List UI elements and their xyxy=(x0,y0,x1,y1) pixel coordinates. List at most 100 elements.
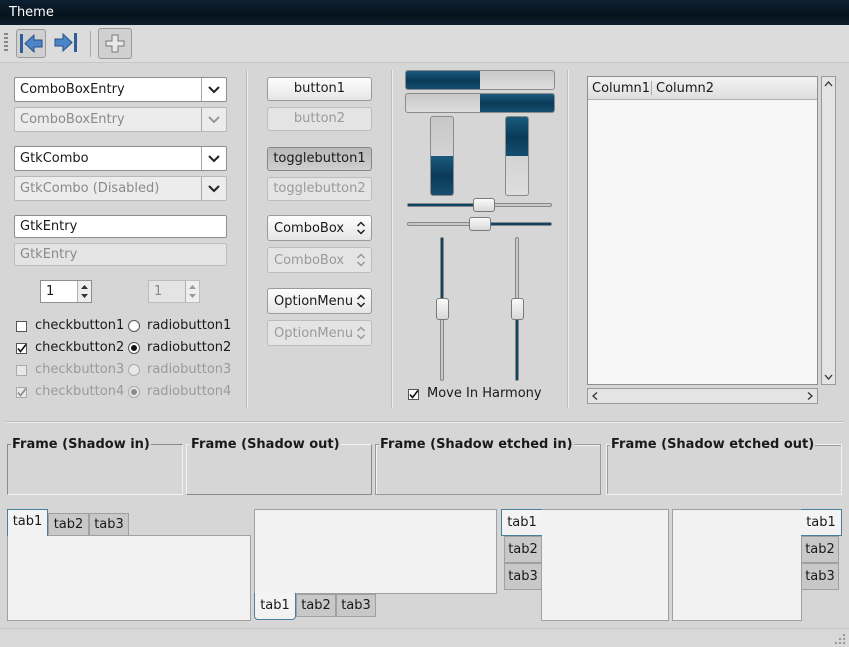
radiobutton1-circle[interactable] xyxy=(128,320,140,332)
hscale-1-knob[interactable] xyxy=(473,198,495,212)
gtk-combo-disabled: GtkCombo (Disabled) xyxy=(14,176,227,201)
frame-shadow-etched-in-label: Frame (Shadow etched in) xyxy=(379,437,574,452)
option-menu-disabled-value: OptionMenu xyxy=(274,326,354,341)
move-in-harmony-label[interactable]: Move In Harmony xyxy=(427,386,542,401)
radiobutton3-label: radiobutton3 xyxy=(147,362,232,377)
scroll-left-icon[interactable] xyxy=(589,389,602,403)
notebook-left-page xyxy=(541,509,669,621)
add-icon xyxy=(105,34,125,53)
title-bar[interactable]: Theme xyxy=(0,0,849,25)
chevron-down-icon[interactable] xyxy=(201,147,226,170)
scroll-right-icon[interactable] xyxy=(803,389,816,403)
toolbar xyxy=(0,25,849,63)
vscale-2-knob[interactable] xyxy=(511,298,524,320)
toolbar-grip[interactable] xyxy=(4,33,8,53)
checkbutton1-box[interactable] xyxy=(16,321,27,332)
option-menu-value: OptionMenu xyxy=(274,294,354,309)
combobox-disabled-value: ComboBox xyxy=(274,253,345,268)
up-down-arrows-icon xyxy=(354,251,368,269)
chevron-down-icon xyxy=(201,177,226,200)
frame-shadow-etched-out-label: Frame (Shadow etched out) xyxy=(610,437,816,452)
column2-header[interactable]: Column2 xyxy=(656,81,714,96)
vertical-scrollbar[interactable] xyxy=(821,76,836,385)
notebook-top-page xyxy=(7,535,251,621)
frame-shadow-in: Frame (Shadow in) xyxy=(7,437,183,495)
gtk-entry-disabled-value: GtkEntry xyxy=(20,247,78,262)
up-down-arrows-icon xyxy=(354,219,368,237)
tab-right-3[interactable]: tab3 xyxy=(801,563,839,590)
spin-arrows-icon[interactable] xyxy=(77,281,91,302)
tree-view[interactable]: Column1 Column2 xyxy=(587,76,818,385)
tab-left-3[interactable]: tab3 xyxy=(504,563,542,590)
combo-box-entry[interactable]: ComboBoxEntry xyxy=(14,77,227,102)
combobox[interactable]: ComboBox xyxy=(267,215,372,241)
radiobutton1-label[interactable]: radiobutton1 xyxy=(147,318,231,333)
progress-bar-v2 xyxy=(505,116,529,196)
radiobutton4-label: radiobutton4 xyxy=(147,384,232,399)
radio-dot-icon xyxy=(131,389,137,395)
spin-button-disabled-value: 1 xyxy=(154,284,163,299)
scroll-down-icon[interactable] xyxy=(822,370,835,383)
tab-top-2[interactable]: tab2 xyxy=(48,513,89,536)
gtk-combo[interactable]: GtkCombo xyxy=(14,146,227,171)
vscale-1-knob[interactable] xyxy=(436,298,449,320)
progress-fill xyxy=(506,117,528,156)
tab-right-1[interactable]: tab1 xyxy=(801,509,842,536)
button2: button2 xyxy=(267,107,372,131)
tab-left-1[interactable]: tab1 xyxy=(501,509,542,536)
checkbutton4-label: checkbutton4 xyxy=(35,384,125,399)
gtk-entry[interactable]: GtkEntry xyxy=(14,215,227,238)
checkbutton2-box[interactable] xyxy=(16,343,27,354)
frame-shadow-out-label: Frame (Shadow out) xyxy=(190,437,341,452)
togglebutton1[interactable]: togglebutton1 xyxy=(267,147,372,171)
forward-button[interactable] xyxy=(52,29,82,58)
resize-grip-icon[interactable] xyxy=(833,632,847,646)
horizontal-scrollbar[interactable] xyxy=(587,388,818,404)
notebook-bottom-page xyxy=(254,509,497,594)
go-forward-icon xyxy=(54,32,77,53)
back-button[interactable] xyxy=(16,29,46,58)
progress-fill xyxy=(431,156,453,195)
up-down-arrows-icon xyxy=(354,292,368,310)
horizontal-separator xyxy=(6,421,843,423)
combo-box-entry-disabled-value: ComboBoxEntry xyxy=(20,112,125,127)
scale-fill xyxy=(408,204,480,206)
tab-bottom-2[interactable]: tab2 xyxy=(296,594,336,617)
tab-left-2[interactable]: tab2 xyxy=(504,536,542,563)
tab-bottom-3[interactable]: tab3 xyxy=(336,594,376,617)
chevron-down-icon xyxy=(201,108,226,131)
checkbutton1-label[interactable]: checkbutton1 xyxy=(35,318,124,333)
radio-dot-icon xyxy=(131,345,137,351)
chevron-down-icon[interactable] xyxy=(201,78,226,101)
checkbutton2-label[interactable]: checkbutton2 xyxy=(35,340,124,355)
tab-right-2[interactable]: tab2 xyxy=(801,536,839,563)
spin-button[interactable]: 1 xyxy=(40,280,92,303)
add-button[interactable] xyxy=(98,28,132,59)
gtk-entry-value: GtkEntry xyxy=(20,219,78,234)
radiobutton2-circle[interactable] xyxy=(128,342,140,354)
radiobutton3-circle xyxy=(128,364,140,376)
combobox-value: ComboBox xyxy=(274,221,345,236)
status-bar xyxy=(0,628,849,647)
tab-top-3[interactable]: tab3 xyxy=(89,513,129,536)
radiobutton2-label[interactable]: radiobutton2 xyxy=(147,340,231,355)
frame-shadow-etched-out: Frame (Shadow etched out) xyxy=(606,437,842,495)
progress-fill xyxy=(480,94,554,112)
tab-top-1[interactable]: tab1 xyxy=(7,509,48,536)
hscale-2-knob[interactable] xyxy=(469,217,491,231)
checkbutton3-label: checkbutton3 xyxy=(35,362,125,377)
checkbutton3-box xyxy=(16,365,27,376)
option-menu[interactable]: OptionMenu xyxy=(267,288,372,314)
progress-fill xyxy=(406,71,480,89)
tree-header: Column1 Column2 xyxy=(588,77,817,100)
option-menu-disabled: OptionMenu xyxy=(267,320,372,346)
notebook-right-page xyxy=(672,509,802,621)
scroll-up-icon[interactable] xyxy=(822,78,835,91)
radiobutton4-circle xyxy=(128,386,140,398)
gtk-entry-disabled: GtkEntry xyxy=(14,243,227,266)
tab-bottom-1[interactable]: tab1 xyxy=(254,593,296,620)
frame-shadow-out: Frame (Shadow out) xyxy=(186,437,372,495)
move-in-harmony-box[interactable] xyxy=(408,389,419,400)
column1-header[interactable]: Column1 xyxy=(592,81,650,96)
button1[interactable]: button1 xyxy=(267,77,372,101)
